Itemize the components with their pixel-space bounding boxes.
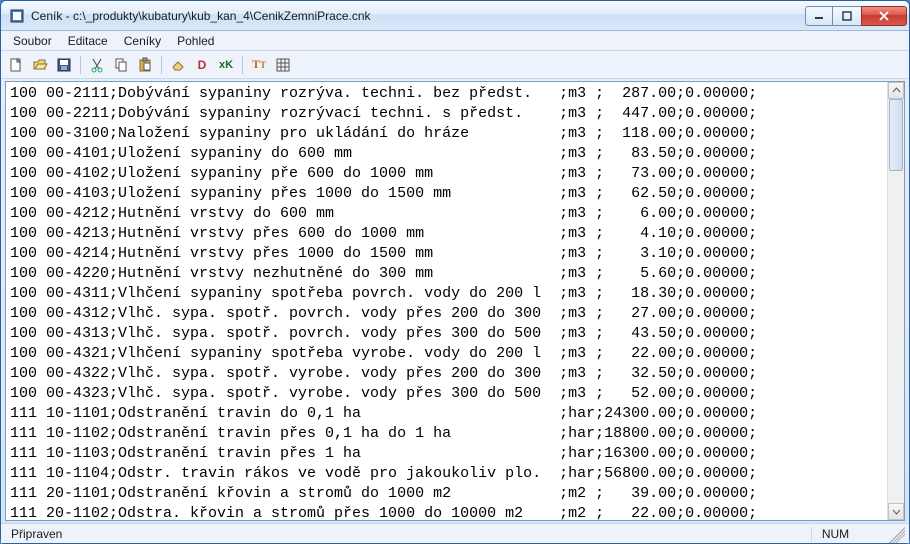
cut-button[interactable]	[86, 54, 108, 76]
status-num: NUM	[811, 527, 859, 541]
toolbar: D xK TT	[1, 51, 909, 79]
text-content[interactable]: 100 00-2111;Dobývání sypaniny rozrýva. t…	[6, 82, 887, 520]
new-file-icon	[8, 57, 24, 73]
menu-editace[interactable]: Editace	[60, 32, 116, 50]
tt-icon: TT	[252, 57, 266, 72]
open-button[interactable]	[29, 54, 51, 76]
titlebar[interactable]: Ceník - c:\_produkty\kubatury\kub_kan_4\…	[1, 1, 909, 31]
grid-tool-button[interactable]	[272, 54, 294, 76]
editor-area: 100 00-2111;Dobývání sypaniny rozrýva. t…	[5, 81, 905, 521]
minimize-button[interactable]	[805, 6, 833, 26]
paste-icon	[137, 57, 153, 73]
statusbar: Připraven NUM	[1, 523, 909, 543]
open-file-icon	[32, 57, 48, 73]
eraser-icon	[170, 57, 186, 73]
app-window: Ceník - c:\_produkty\kubatury\kub_kan_4\…	[0, 0, 910, 544]
resize-grip[interactable]	[889, 527, 905, 543]
tt-tool-button[interactable]: TT	[248, 54, 270, 76]
copy-icon	[113, 57, 129, 73]
menu-soubor[interactable]: Soubor	[5, 32, 60, 50]
vertical-scrollbar[interactable]	[887, 82, 904, 520]
minimize-icon	[814, 11, 824, 21]
cut-icon	[89, 57, 105, 73]
scroll-up-button[interactable]	[888, 82, 904, 99]
save-button[interactable]	[53, 54, 75, 76]
menubar: Soubor Editace Ceníky Pohled	[1, 31, 909, 51]
toolbar-separator	[80, 56, 81, 74]
close-icon	[878, 11, 890, 21]
save-icon	[56, 57, 72, 73]
copy-button[interactable]	[110, 54, 132, 76]
d-icon: D	[198, 58, 207, 72]
app-icon	[9, 8, 25, 24]
toolbar-separator	[242, 56, 243, 74]
paste-button[interactable]	[134, 54, 156, 76]
chevron-down-icon	[892, 507, 901, 516]
scroll-down-button[interactable]	[888, 503, 904, 520]
maximize-button[interactable]	[832, 6, 862, 26]
scroll-thumb[interactable]	[889, 99, 903, 171]
chevron-up-icon	[892, 86, 901, 95]
d-tool-button[interactable]: D	[191, 54, 213, 76]
menu-pohled[interactable]: Pohled	[169, 32, 222, 50]
new-button[interactable]	[5, 54, 27, 76]
close-button[interactable]	[861, 6, 907, 26]
menu-ceniky[interactable]: Ceníky	[116, 32, 169, 50]
status-text: Připraven	[5, 527, 68, 541]
grid-icon	[275, 57, 291, 73]
scroll-track[interactable]	[888, 99, 904, 503]
xk-tool-button[interactable]: xK	[215, 54, 237, 76]
clear-button[interactable]	[167, 54, 189, 76]
maximize-icon	[842, 11, 852, 21]
xk-icon: xK	[219, 59, 233, 71]
toolbar-separator	[161, 56, 162, 74]
window-title: Ceník - c:\_produkty\kubatury\kub_kan_4\…	[31, 9, 806, 23]
